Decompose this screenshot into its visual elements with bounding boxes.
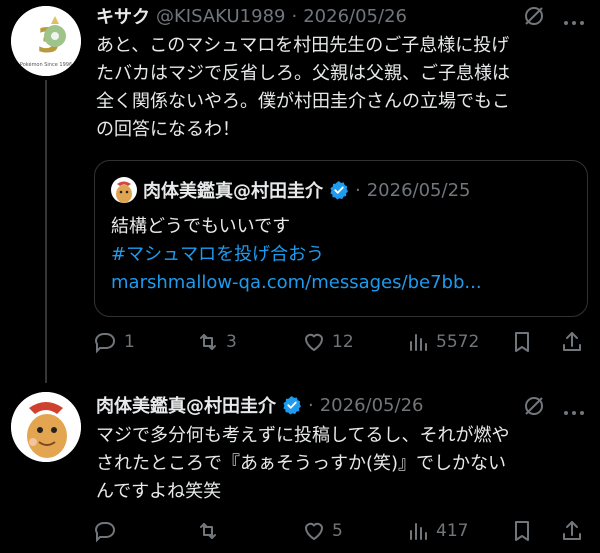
avatar-nikutaibi[interactable]	[11, 392, 81, 462]
reply-icon	[94, 333, 116, 354]
bookmark-icon	[515, 521, 529, 541]
views-button[interactable]: 5572	[406, 330, 479, 354]
quote-text: 結構どうでもいいです	[111, 216, 291, 237]
share-icon	[563, 332, 581, 351]
reply-button[interactable]	[94, 519, 124, 543]
bookmark-button[interactable]	[510, 330, 534, 354]
views-button[interactable]: 417	[406, 519, 468, 543]
more-icon[interactable]	[562, 12, 586, 25]
thread-line	[45, 80, 47, 383]
reply-icon	[94, 522, 116, 543]
reply-count: 1	[124, 332, 135, 352]
tweet1-header: キサク @KISAKU1989 · 2026/05/26	[96, 3, 407, 29]
tweet2-header: 肉体美鑑真@村田圭介 · 2026/05/26	[96, 392, 423, 418]
retweet-icon	[200, 334, 216, 350]
like-button[interactable]: 5	[302, 519, 343, 543]
share-icon	[563, 521, 581, 540]
svg-text:Pokémon Since 1996: Pokémon Since 1996	[20, 61, 72, 68]
tweet2-text: マジで多分何も考えずに投稿してるし、それが燃や されたところで『あぁそうっすか(…	[96, 422, 586, 506]
share-button[interactable]	[560, 330, 584, 354]
more-icon[interactable]	[562, 402, 586, 415]
tweet-line: の回答になるわ！	[96, 119, 240, 140]
retweet-button[interactable]: 3	[196, 330, 237, 354]
share-button[interactable]	[560, 519, 584, 543]
separator-dot: ·	[291, 5, 298, 27]
quote-header: 肉体美鑑真@村田圭介 · 2026/05/25	[143, 177, 470, 203]
quote-url-link[interactable]: marshmallow-qa.com/messages/be7bb...	[111, 269, 571, 297]
like-icon	[305, 522, 323, 540]
display-name[interactable]: 肉体美鑑真@村田圭介	[96, 392, 276, 418]
tweet-line: マジで多分何も考えずに投稿してるし、それが燃や	[96, 425, 510, 446]
quote-hashtag-link[interactable]: #マシュマロを投げ合おう	[111, 241, 571, 269]
like-count: 5	[332, 521, 343, 541]
tweet-line: んですよね笑笑	[96, 481, 222, 502]
views-icon	[410, 523, 427, 540]
verified-badge-icon	[330, 181, 348, 200]
quote-timestamp: 2026/05/25	[366, 179, 471, 201]
retweet-button[interactable]	[196, 519, 226, 543]
retweet-icon	[200, 523, 216, 539]
timestamp[interactable]: 2026/05/26	[303, 6, 407, 27]
grok-icon[interactable]	[522, 394, 546, 418]
views-count: 5572	[436, 332, 480, 352]
handle[interactable]: @KISAKU1989	[156, 6, 286, 27]
grok-icon[interactable]	[522, 4, 546, 28]
retweet-count: 3	[226, 332, 237, 352]
bookmark-icon	[515, 332, 529, 352]
tweet-line: たバカはマジで反省しろ。父親は父親、ご子息様は	[96, 63, 510, 84]
tweet-line: されたところで『あぁそうっすか(笑)』でしかない	[96, 453, 507, 474]
views-icon	[410, 334, 427, 351]
separator-dot: ·	[355, 179, 361, 201]
verified-badge-icon	[283, 396, 301, 415]
views-count: 417	[436, 521, 469, 541]
avatar-kisaku[interactable]: 3 Pokémon Since 1996	[11, 6, 81, 76]
reply-button[interactable]: 1	[94, 330, 135, 354]
tweet1-text: あと、このマシュマロを村田先生のご子息様に投げ たバカはマジで反省しろ。父親は父…	[96, 32, 586, 144]
tweet-line: あと、このマシュマロを村田先生のご子息様に投げ	[96, 35, 510, 56]
quote-body: 結構どうでもいいです #マシュマロを投げ合おう marshmallow-qa.c…	[111, 213, 571, 297]
quote-avatar	[111, 177, 137, 203]
separator-dot: ·	[308, 394, 314, 416]
like-button[interactable]: 12	[302, 330, 354, 354]
like-count: 12	[332, 332, 354, 352]
like-icon	[305, 333, 323, 351]
quoted-tweet-card[interactable]: 肉体美鑑真@村田圭介 · 2026/05/25 結構どうでもいいです #マシュマ…	[94, 160, 588, 317]
bookmark-button[interactable]	[510, 519, 534, 543]
timestamp[interactable]: 2026/05/26	[320, 395, 424, 416]
display-name[interactable]: キサク	[96, 3, 150, 29]
tweet-line: 全く関係ないやろ。僕が村田圭介さんの立場でもこ	[96, 91, 510, 112]
quote-display-name: 肉体美鑑真@村田圭介	[143, 181, 323, 202]
